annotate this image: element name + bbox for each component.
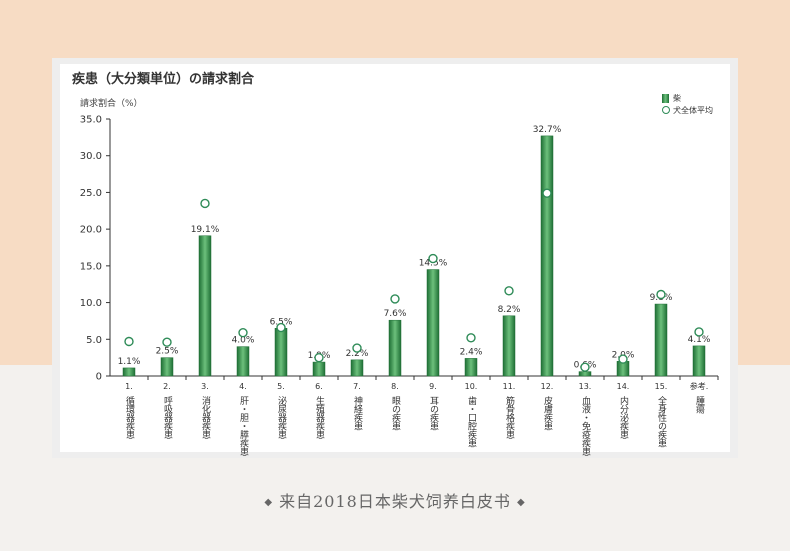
bar-chart: 0 5.0 10.0 15.0 20.0 25.0 30.0 35.0 1.1% 1. 循環器疾患 2… (80, 115, 719, 456)
bar (274, 328, 288, 377)
x-category-label: 歯・口腔疾患 (466, 395, 477, 448)
y-tick-label: 15.0 (80, 261, 102, 272)
x-category-label: 筋骨格疾患 (504, 395, 515, 439)
average-marker (656, 289, 666, 300)
x-category-label: 全身性の疾患 (656, 395, 667, 448)
x-category-label: 消化器疾患 (200, 395, 211, 439)
x-category-label: 腫瘍 (694, 396, 705, 415)
average-marker (542, 188, 552, 198)
average-marker (504, 286, 514, 296)
x-category-label: 泌尿器疾患 (276, 395, 287, 439)
x-category-label: 神経疾患 (352, 395, 363, 431)
bar (350, 359, 364, 377)
y-tick-label: 25.0 (80, 188, 102, 199)
x-category-number: 1. (125, 382, 133, 391)
bar-value-label: 19.1% (191, 225, 220, 235)
average-marker (352, 343, 362, 353)
bar (578, 371, 592, 377)
y-tick-label: 10.0 (80, 298, 102, 309)
x-category-label: 耳の疾患 (428, 396, 439, 431)
bar (236, 346, 250, 377)
x-category-label: 内分泌疾患 (618, 395, 629, 439)
y-tick-label: 5.0 (86, 335, 102, 346)
x-category-number: 3. (201, 382, 209, 391)
x-category-number: 14. (617, 382, 630, 391)
x-category-number: 15. (655, 382, 668, 391)
y-tick-label: 35.0 (80, 115, 102, 126)
x-category-number: 5. (277, 382, 285, 391)
x-category-number: 11. (503, 382, 516, 391)
y-tick-label: 30.0 (80, 151, 102, 162)
bar-value-label: 32.7% (533, 125, 562, 135)
x-category-number: 参考. (690, 381, 709, 391)
x-category-label: 血液・免疫疾患 (580, 395, 591, 456)
x-category-number: 13. (579, 382, 592, 391)
average-marker (390, 294, 400, 304)
average-marker (314, 352, 324, 363)
average-marker (580, 362, 590, 372)
y-tick-label: 20.0 (80, 225, 102, 236)
x-category-label: 肝・胆・膵疾患 (238, 396, 249, 456)
average-marker (694, 327, 704, 337)
bar-value-label: 2.4% (460, 347, 483, 357)
bar (502, 315, 516, 377)
average-marker (238, 327, 248, 338)
average-marker (618, 354, 628, 364)
x-category-number: 8. (391, 382, 399, 391)
average-marker (428, 253, 438, 264)
bar-value-label: 7.6% (384, 309, 407, 319)
average-marker (466, 333, 476, 343)
x-category-number: 12. (541, 382, 554, 391)
bar (122, 367, 136, 377)
x-category-number: 6. (315, 382, 323, 391)
caption-right-diamond-icon: ◆ (516, 497, 526, 508)
bar-value-label: 8.2% (498, 305, 521, 315)
caption-left-diamond-icon: ◆ (264, 497, 274, 508)
bar (312, 361, 326, 377)
x-category-label: 循環器疾患 (124, 395, 135, 439)
x-category-number: 4. (239, 382, 247, 391)
average-marker (124, 336, 134, 347)
x-category-label: 眼の疾患 (390, 396, 401, 431)
x-category-number: 10. (465, 382, 478, 391)
bar (388, 319, 402, 377)
x-category-label: 皮膚疾患 (542, 395, 553, 431)
caption: ◆ 来自2018日本柴犬饲养白皮书 ◆ (0, 488, 790, 512)
x-category-label: 呼吸器疾患 (162, 396, 173, 439)
bar (692, 345, 706, 377)
bar-value-label: 2.5% (156, 347, 179, 357)
bar (426, 269, 440, 377)
bar-value-label: 1.1% (118, 357, 141, 367)
average-marker (162, 337, 172, 347)
bar (464, 358, 478, 377)
average-marker (200, 198, 210, 209)
x-category-number: 2. (163, 382, 171, 391)
y-tick-label: 0 (96, 372, 102, 383)
x-category-number: 9. (429, 382, 437, 391)
caption-text: 来自2018日本柴犬饲养白皮书 (279, 492, 511, 511)
average-marker (276, 322, 286, 333)
bar (540, 135, 554, 377)
bar (198, 235, 212, 377)
x-category-label: 生殖器疾患 (314, 395, 325, 439)
bar (160, 357, 174, 377)
x-category-number: 7. (353, 382, 361, 391)
bar (654, 303, 668, 377)
